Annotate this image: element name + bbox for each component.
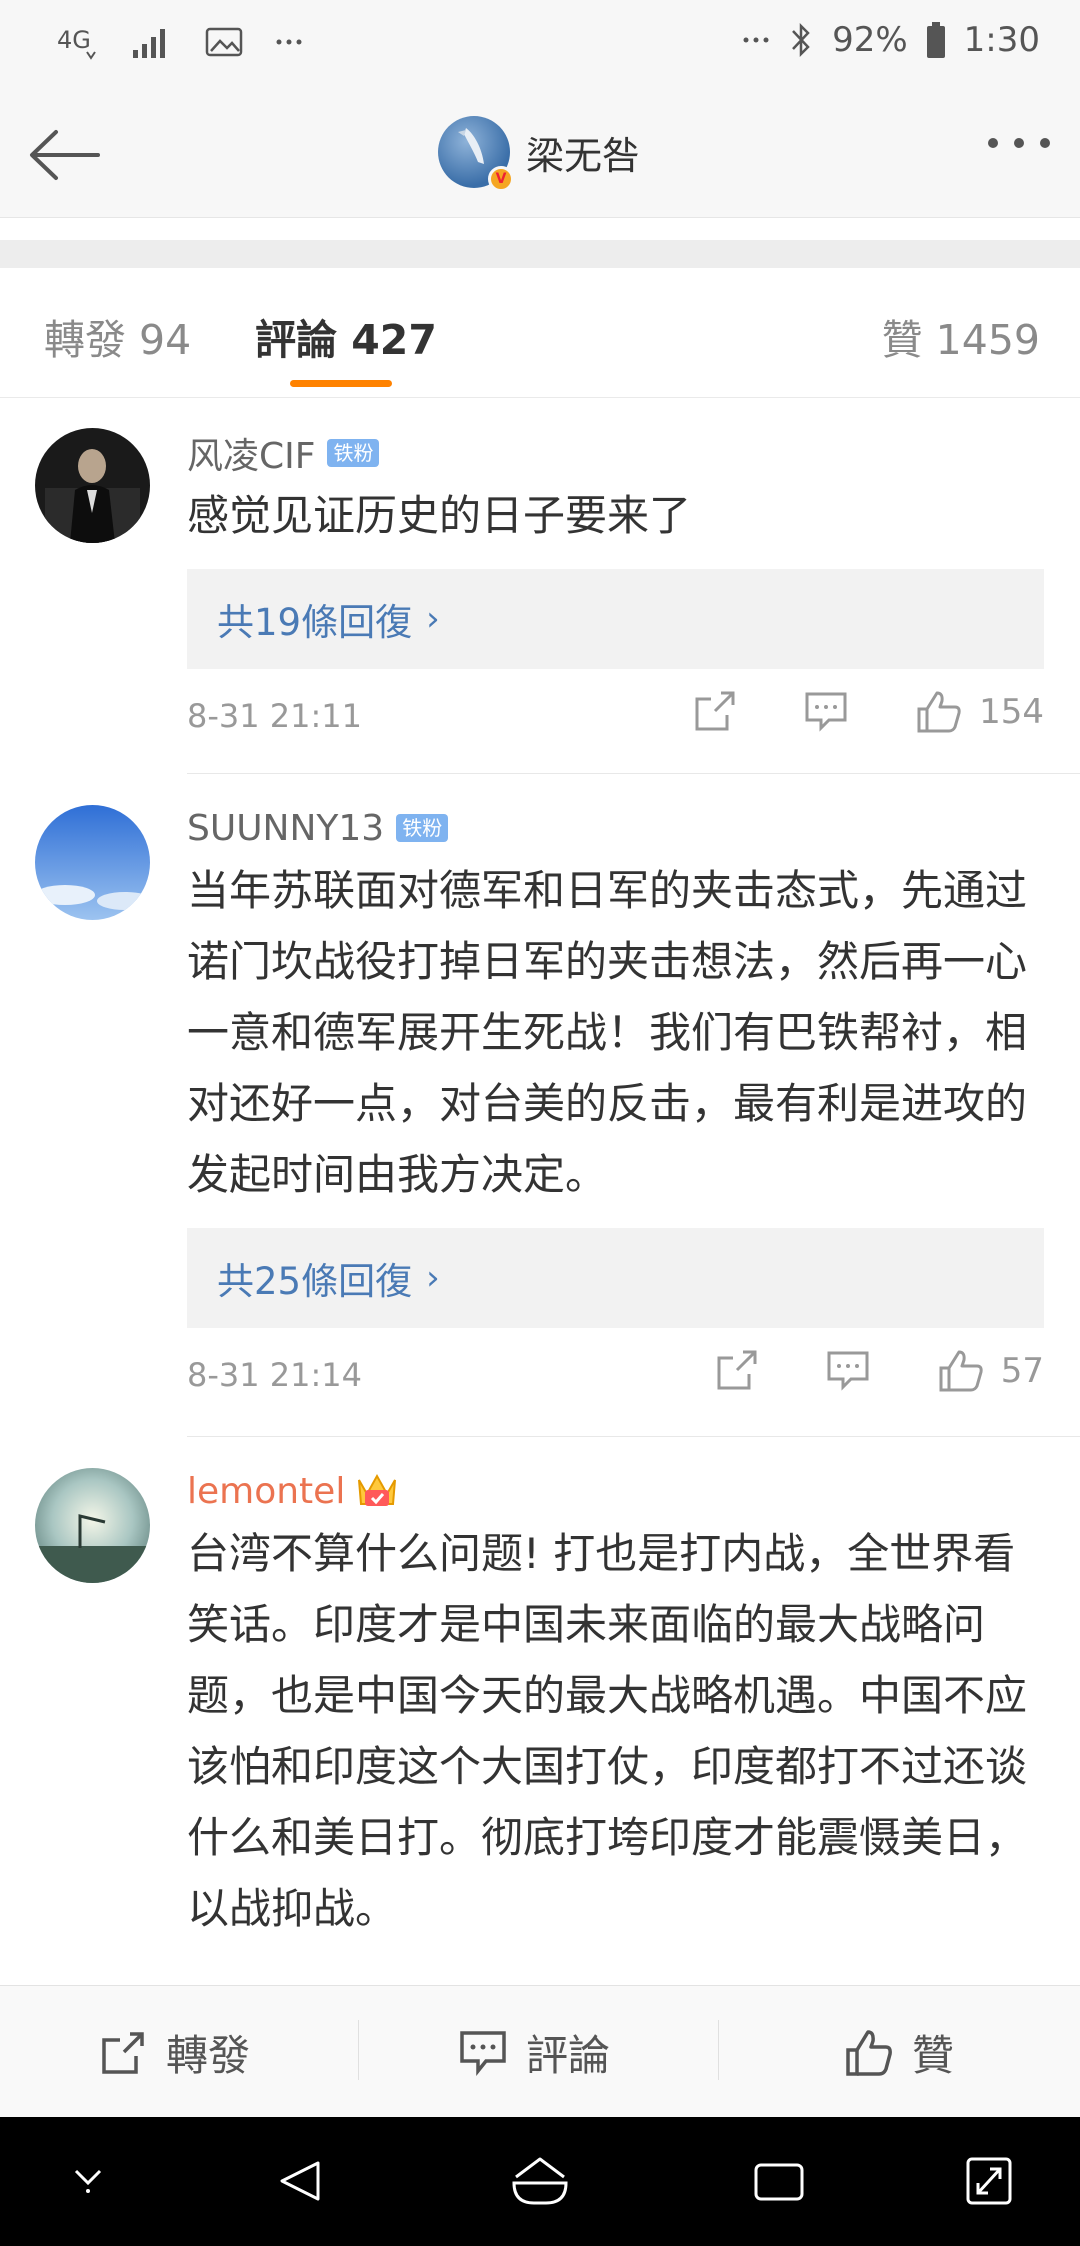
comment-text: 当年苏联面对德军和日军的夹击态式，先通过诺门坎战役打掉日军的夹击想法，然后再一心… [187, 866, 1028, 1199]
comment-label: 評論 [526, 2031, 611, 2080]
fan-badge: 铁粉 [396, 814, 449, 842]
comment-body: lemontel 台湾不算什么问题! 打也是打内战，全世界看笑话。印度才是中国未… [187, 1466, 1044, 1944]
down-chevron-icon[interactable] [66, 2155, 110, 2199]
system-navigation-bar [0, 2117, 1080, 2246]
fan-badge: 铁粉 [327, 439, 380, 467]
nav-bar: V 梁无咎 [0, 90, 1080, 218]
verified-badge: V [488, 166, 514, 192]
back-triangle-icon[interactable] [274, 2155, 326, 2207]
comment-text: 感觉见证历史的日子要来了 [187, 491, 692, 540]
comment-text: 台湾不算什么问题! 打也是打内战，全世界看笑话。印度才是中国未来面临的最大战略问… [187, 1529, 1028, 1933]
battery-icon [926, 21, 946, 59]
share-icon[interactable] [713, 1348, 759, 1394]
comment-header: lemontel [187, 1466, 1044, 1516]
clock: 1:30 [963, 20, 1040, 60]
avatar[interactable]: V [438, 116, 514, 192]
status-bar: 4G 92% 1:30 [0, 0, 1080, 90]
separator [358, 2020, 359, 2080]
status-right: 92% 1:30 [742, 20, 1040, 60]
tab-repost[interactable]: 轉發 94 [44, 306, 191, 366]
comment-icon [460, 2030, 506, 2076]
comment-header: 风凌CIF 铁粉 [187, 428, 1044, 478]
more-dots-icon [275, 37, 303, 47]
crown-icon [358, 1473, 397, 1506]
replies-count: 共25條回復 [217, 1260, 413, 1303]
comment-button[interactable]: 評論 [458, 2022, 610, 2083]
comment-meta: 8-31 21:14 57 [187, 1328, 1044, 1428]
bottom-action-bar: 轉發 評論 贊 [0, 1985, 1080, 2117]
repost-button[interactable]: 轉發 [98, 2022, 250, 2083]
divider [187, 1436, 1080, 1437]
like-count: 154 [979, 692, 1044, 732]
chevron-right-icon: › [426, 1258, 440, 1298]
active-tab-indicator [290, 380, 392, 387]
like-icon[interactable] [937, 1348, 985, 1394]
comment-body: 风凌CIF 铁粉 感觉见证历史的日子要来了 共19條回復 › 8-31 21:1… [187, 428, 1044, 769]
tab-comment[interactable]: 評論 427 [255, 306, 437, 366]
like-label: 贊 [912, 2031, 955, 2080]
divider [187, 773, 1080, 774]
replies-link[interactable]: 共19條回復 › [187, 569, 1044, 669]
profile-header[interactable]: V 梁无咎 [438, 116, 641, 192]
comment-meta: 8-31 21:11 154 [187, 669, 1044, 769]
comment-header: SUUNNY13 铁粉 [187, 803, 1044, 853]
username[interactable]: 风凌CIF [187, 427, 315, 479]
section-divider [0, 240, 1080, 268]
expand-icon[interactable] [964, 2155, 1014, 2207]
like-button[interactable]: 贊 [844, 2022, 954, 2083]
comment-actions: 57 [713, 1348, 1044, 1394]
avatar[interactable] [35, 428, 150, 543]
username[interactable]: SUUNNY13 [187, 808, 384, 849]
share-icon[interactable] [691, 689, 737, 735]
status-left: 4G [55, 20, 303, 64]
timestamp: 8-31 21:11 [187, 697, 363, 735]
like-count: 57 [1000, 1351, 1044, 1391]
signal-icon [131, 24, 173, 60]
svg-text:4G: 4G [57, 26, 91, 54]
home-icon[interactable] [510, 2155, 570, 2207]
like-icon[interactable] [915, 689, 963, 735]
comment-icon[interactable] [803, 690, 849, 734]
like-icon [846, 2029, 892, 2076]
chevron-right-icon: › [426, 599, 440, 639]
comment-icon[interactable] [825, 1349, 871, 1393]
page-title: 梁无咎 [526, 133, 641, 178]
back-arrow-icon [30, 130, 100, 180]
more-dots-icon [742, 35, 770, 45]
replies-count: 共19條回復 [217, 601, 413, 644]
user-avatar-icon [35, 805, 150, 920]
bird-icon [458, 128, 484, 164]
tab-like[interactable]: 贊 1459 [882, 306, 1040, 366]
avatar[interactable] [35, 1468, 150, 1583]
username[interactable]: lemontel [187, 1471, 345, 1512]
repost-label: 轉發 [166, 2031, 251, 2080]
battery-text: 92% [832, 20, 908, 60]
more-horizontal-icon [988, 138, 998, 148]
recents-icon[interactable] [752, 2155, 806, 2207]
back-button[interactable] [26, 120, 106, 190]
repost-icon [102, 2031, 144, 2074]
network-4g-icon: 4G [55, 20, 99, 64]
user-avatar-icon [35, 1468, 150, 1583]
user-avatar-icon [35, 428, 150, 543]
replies-link[interactable]: 共25條回復 › [187, 1228, 1044, 1328]
separator [718, 2020, 719, 2080]
tab-bar: 轉發 94 評論 427 贊 1459 [0, 268, 1080, 398]
bluetooth-icon [788, 21, 814, 59]
comment-body: SUUNNY13 铁粉 当年苏联面对德军和日军的夹击态式，先通过诺门坎战役打掉日… [187, 803, 1044, 1428]
avatar[interactable] [35, 805, 150, 920]
more-button[interactable] [988, 138, 1050, 148]
timestamp: 8-31 21:14 [187, 1356, 363, 1394]
comment-actions: 154 [691, 689, 1044, 735]
image-icon [205, 26, 243, 58]
